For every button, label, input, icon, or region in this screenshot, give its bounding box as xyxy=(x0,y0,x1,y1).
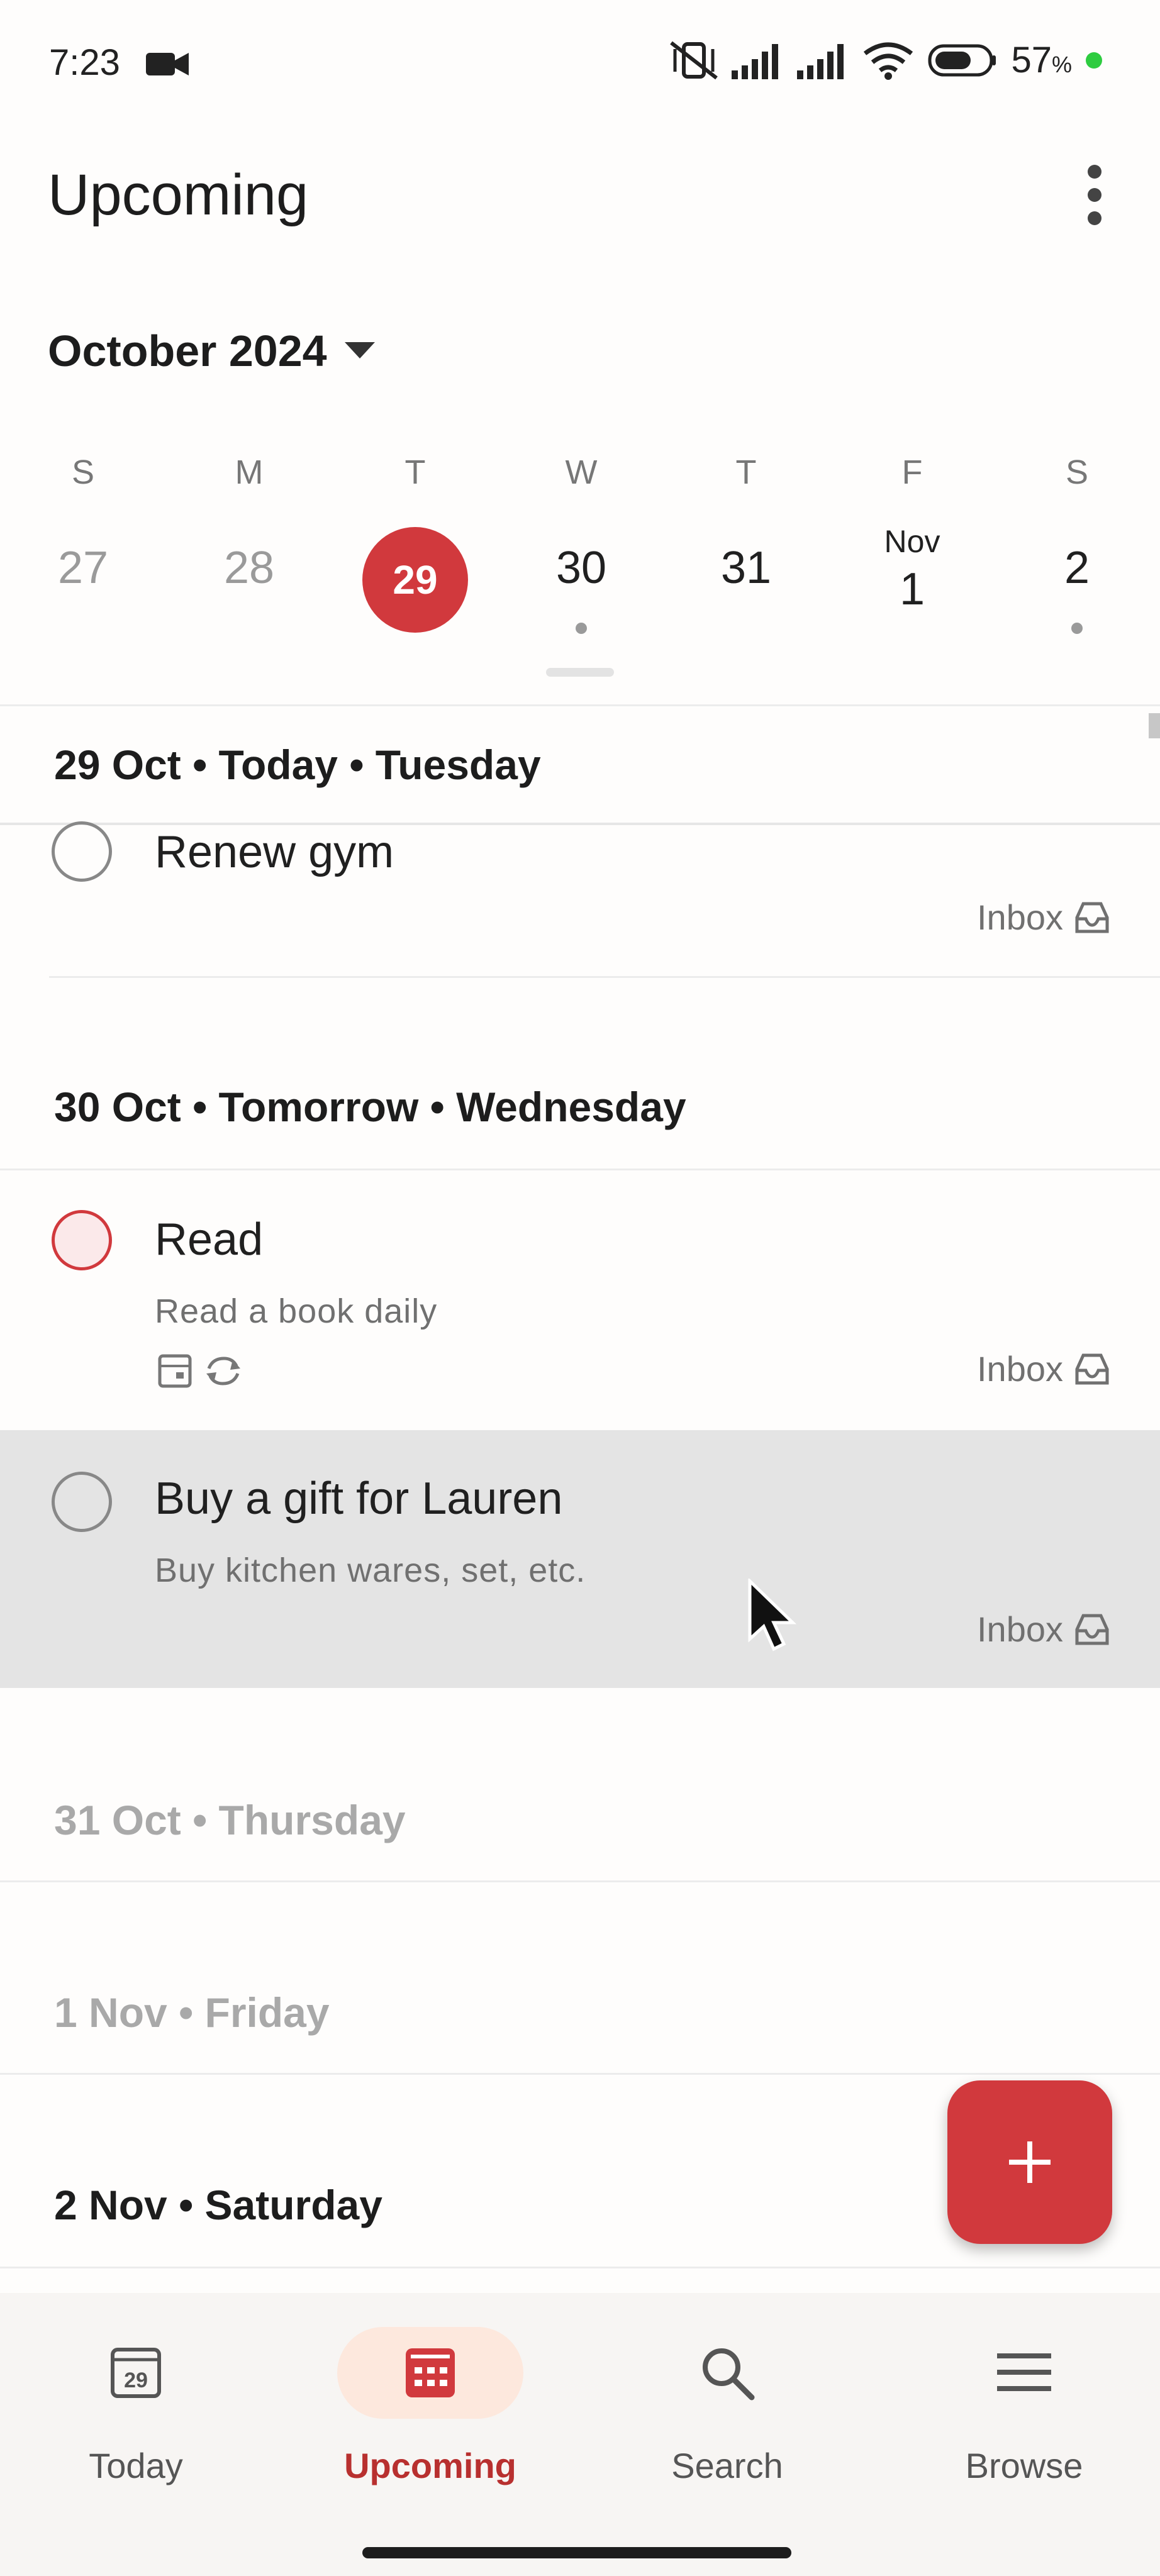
task-project[interactable]: Inbox xyxy=(977,1348,1110,1389)
task-description: Buy kitchen wares, set, etc. xyxy=(155,1552,586,1589)
nav-search[interactable]: Search xyxy=(601,2327,853,2486)
nav-today[interactable]: 29 Today xyxy=(10,2327,262,2486)
project-label: Inbox xyxy=(977,1349,1063,1389)
nav-label: Browse xyxy=(965,2446,1083,2485)
mouse-cursor-icon xyxy=(748,1579,796,1652)
task-project[interactable]: Inbox xyxy=(977,1609,1110,1650)
nav-label: Today xyxy=(89,2446,183,2485)
today-calendar-icon: 29 xyxy=(111,2348,161,2398)
inbox-icon xyxy=(1075,1614,1109,1645)
weekday-label: F xyxy=(901,453,923,491)
divider xyxy=(0,2267,1160,2268)
day-number: 1 xyxy=(899,564,925,614)
weekday-label: S xyxy=(1065,453,1089,491)
video-camera-icon xyxy=(146,53,189,75)
project-label: Inbox xyxy=(977,1609,1063,1649)
task-complete-checkbox[interactable] xyxy=(52,821,112,882)
section-header-today: 29 Oct • Today • Tuesday xyxy=(54,741,541,788)
nav-label: Upcoming xyxy=(344,2446,516,2485)
weekday-label: S xyxy=(71,453,95,491)
task-complete-checkbox[interactable] xyxy=(52,1472,112,1532)
day-number: 27 xyxy=(57,543,109,593)
divider xyxy=(0,823,1160,825)
divider xyxy=(0,1169,1160,1170)
battery-percent: 57% xyxy=(1011,40,1072,80)
day-number: 2 xyxy=(1064,543,1090,593)
selected-day-circle: 29 xyxy=(362,527,468,633)
inbox-icon xyxy=(1075,902,1109,933)
home-indicator[interactable] xyxy=(362,2547,791,2558)
task-title[interactable]: Read xyxy=(155,1214,263,1265)
scrollbar-thumb[interactable] xyxy=(1149,713,1160,738)
drag-handle[interactable] xyxy=(546,668,614,677)
privacy-indicator-dot xyxy=(1086,52,1102,69)
weekday-label: T xyxy=(404,453,426,491)
signal-icon xyxy=(732,43,779,79)
weekday-label: M xyxy=(235,453,264,491)
section-header-friday: 1 Nov • Friday xyxy=(54,1989,330,2036)
wifi-icon xyxy=(864,42,913,80)
section-header-tomorrow: 30 Oct • Tomorrow • Wednesday xyxy=(54,1084,686,1130)
month-label: October 2024 xyxy=(48,326,327,375)
section-header-thursday: 31 Oct • Thursday xyxy=(54,1797,406,1843)
page-title: Upcoming xyxy=(48,163,309,227)
chevron-down-icon xyxy=(344,342,375,358)
task-description: Read a book daily xyxy=(155,1292,438,1330)
divider xyxy=(0,1880,1160,1882)
inbox-icon xyxy=(1075,1353,1109,1384)
divider xyxy=(0,2073,1160,2075)
weekday-label: W xyxy=(565,453,598,491)
mute-vibrate-icon xyxy=(670,41,718,79)
plus-icon xyxy=(1009,2141,1051,2183)
more-options-icon xyxy=(1088,165,1101,179)
nav-upcoming[interactable]: Upcoming xyxy=(304,2327,556,2486)
nav-label: Search xyxy=(671,2446,783,2485)
project-label: Inbox xyxy=(977,897,1063,937)
more-options-button[interactable] xyxy=(1079,165,1110,225)
battery-icon xyxy=(928,44,996,76)
task-indicator-dot xyxy=(576,623,587,634)
task-project[interactable]: Inbox xyxy=(977,897,1110,938)
divider xyxy=(0,704,1160,706)
calendar-icon xyxy=(158,1354,192,1388)
status-icons: 57% xyxy=(670,39,1102,81)
status-time: 7:23 xyxy=(49,42,120,83)
month-picker[interactable]: October 2024 xyxy=(48,326,375,376)
add-task-button[interactable] xyxy=(947,2080,1112,2244)
week-strip: S 27 M 28 T 29 W 30 T 31 F Nov 1 S 2 xyxy=(0,453,1160,641)
recurring-icon xyxy=(206,1357,240,1385)
task-indicator-dot xyxy=(1071,623,1083,634)
section-header-saturday: 2 Nov • Saturday xyxy=(54,2182,382,2228)
day-number: 31 xyxy=(720,543,772,593)
signal-icon xyxy=(797,43,844,79)
svg-text:29: 29 xyxy=(124,2368,148,2392)
search-icon xyxy=(703,2348,755,2401)
task-complete-checkbox[interactable] xyxy=(52,1210,112,1270)
task-title[interactable]: Renew gym xyxy=(155,826,394,878)
weekday-label: T xyxy=(735,453,757,491)
day-number: 28 xyxy=(223,543,275,593)
day-number: 30 xyxy=(555,543,607,593)
nav-browse[interactable]: Browse xyxy=(898,2327,1150,2486)
task-title[interactable]: Buy a gift for Lauren xyxy=(155,1473,562,1524)
divider xyxy=(49,976,1160,978)
month-abbrev: Nov xyxy=(884,524,940,559)
upcoming-calendar-icon xyxy=(406,2348,455,2397)
menu-icon xyxy=(997,2353,1051,2391)
